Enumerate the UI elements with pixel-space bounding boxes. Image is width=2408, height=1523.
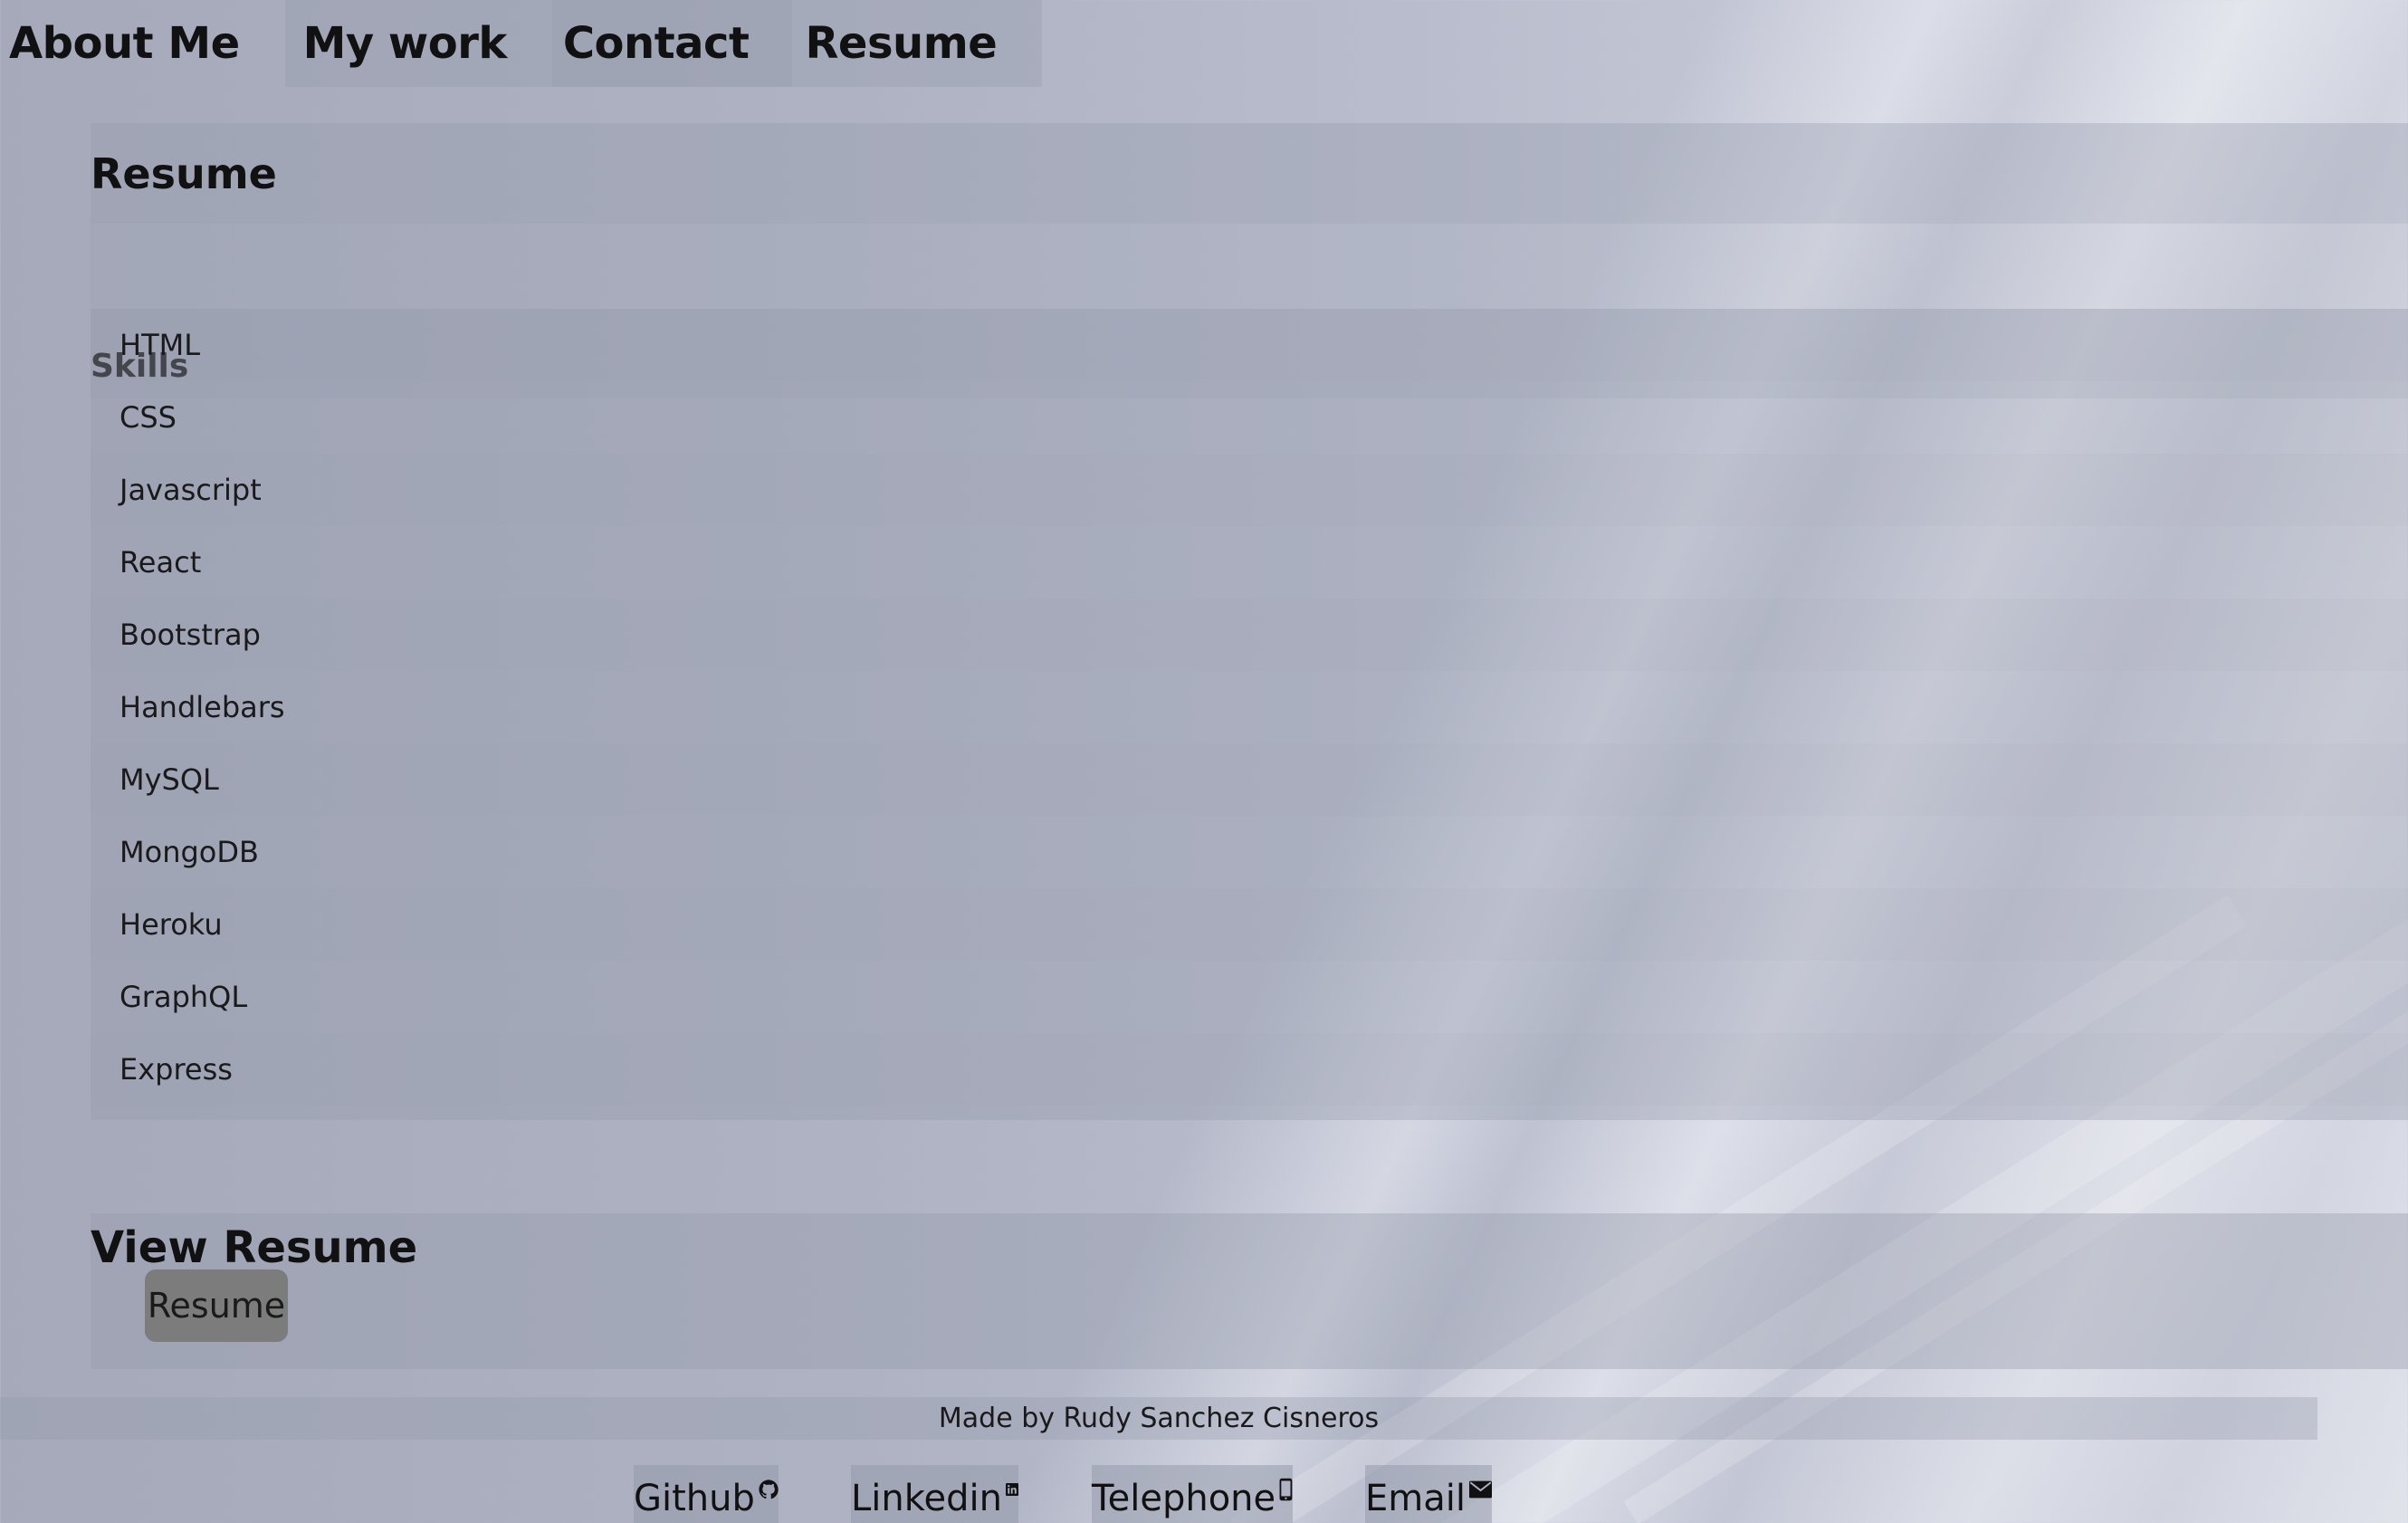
nav-work-link[interactable]: My work [284,0,552,87]
page-title: Resume [91,123,2408,224]
github-icon [759,1480,779,1499]
linkedin-icon [1005,1482,1018,1497]
view-resume-section: View Resume Resume [91,1213,2408,1369]
github-label: Github [634,1478,755,1519]
skill-item: Express [91,1033,2408,1106]
telephone-label: Telephone [1092,1478,1276,1519]
email-label: Email [1365,1478,1466,1519]
view-resume-heading: View Resume [91,1222,418,1273]
telephone-link[interactable]: Telephone [1092,1465,1293,1523]
linkedin-link[interactable]: Linkedin [851,1465,1018,1523]
resume-button[interactable]: Resume [145,1269,288,1342]
phone-icon [1279,1478,1293,1501]
github-link[interactable]: Github [634,1465,779,1523]
footer-credit: Made by Rudy Sanchez Cisneros [0,1397,2317,1440]
linkedin-label: Linkedin [851,1478,1002,1519]
skill-item: React [119,545,202,580]
skill-item: Bootstrap [91,599,2408,671]
skill-item: MongoDB [119,835,259,869]
nav-about-link[interactable]: About Me [0,0,285,87]
skills-list: HTML CSS Javascript React Bootstrap Hand… [91,309,2408,1120]
skill-item: MySQL [91,743,2408,816]
skill-item: GraphQL [119,980,248,1014]
skill-item: Javascript [91,454,2408,526]
top-nav: About Me My work Contact Resume [0,0,1043,87]
nav-resume-link[interactable]: Resume [792,0,1043,87]
nav-contact-link[interactable]: Contact [551,0,793,87]
skill-item: Handlebars [119,690,285,724]
skill-item: Heroku [91,888,2408,961]
email-link[interactable]: Email [1365,1465,1492,1523]
envelope-icon [1468,1480,1492,1499]
skill-item: HTML [91,309,2408,381]
skill-item: CSS [119,400,177,435]
